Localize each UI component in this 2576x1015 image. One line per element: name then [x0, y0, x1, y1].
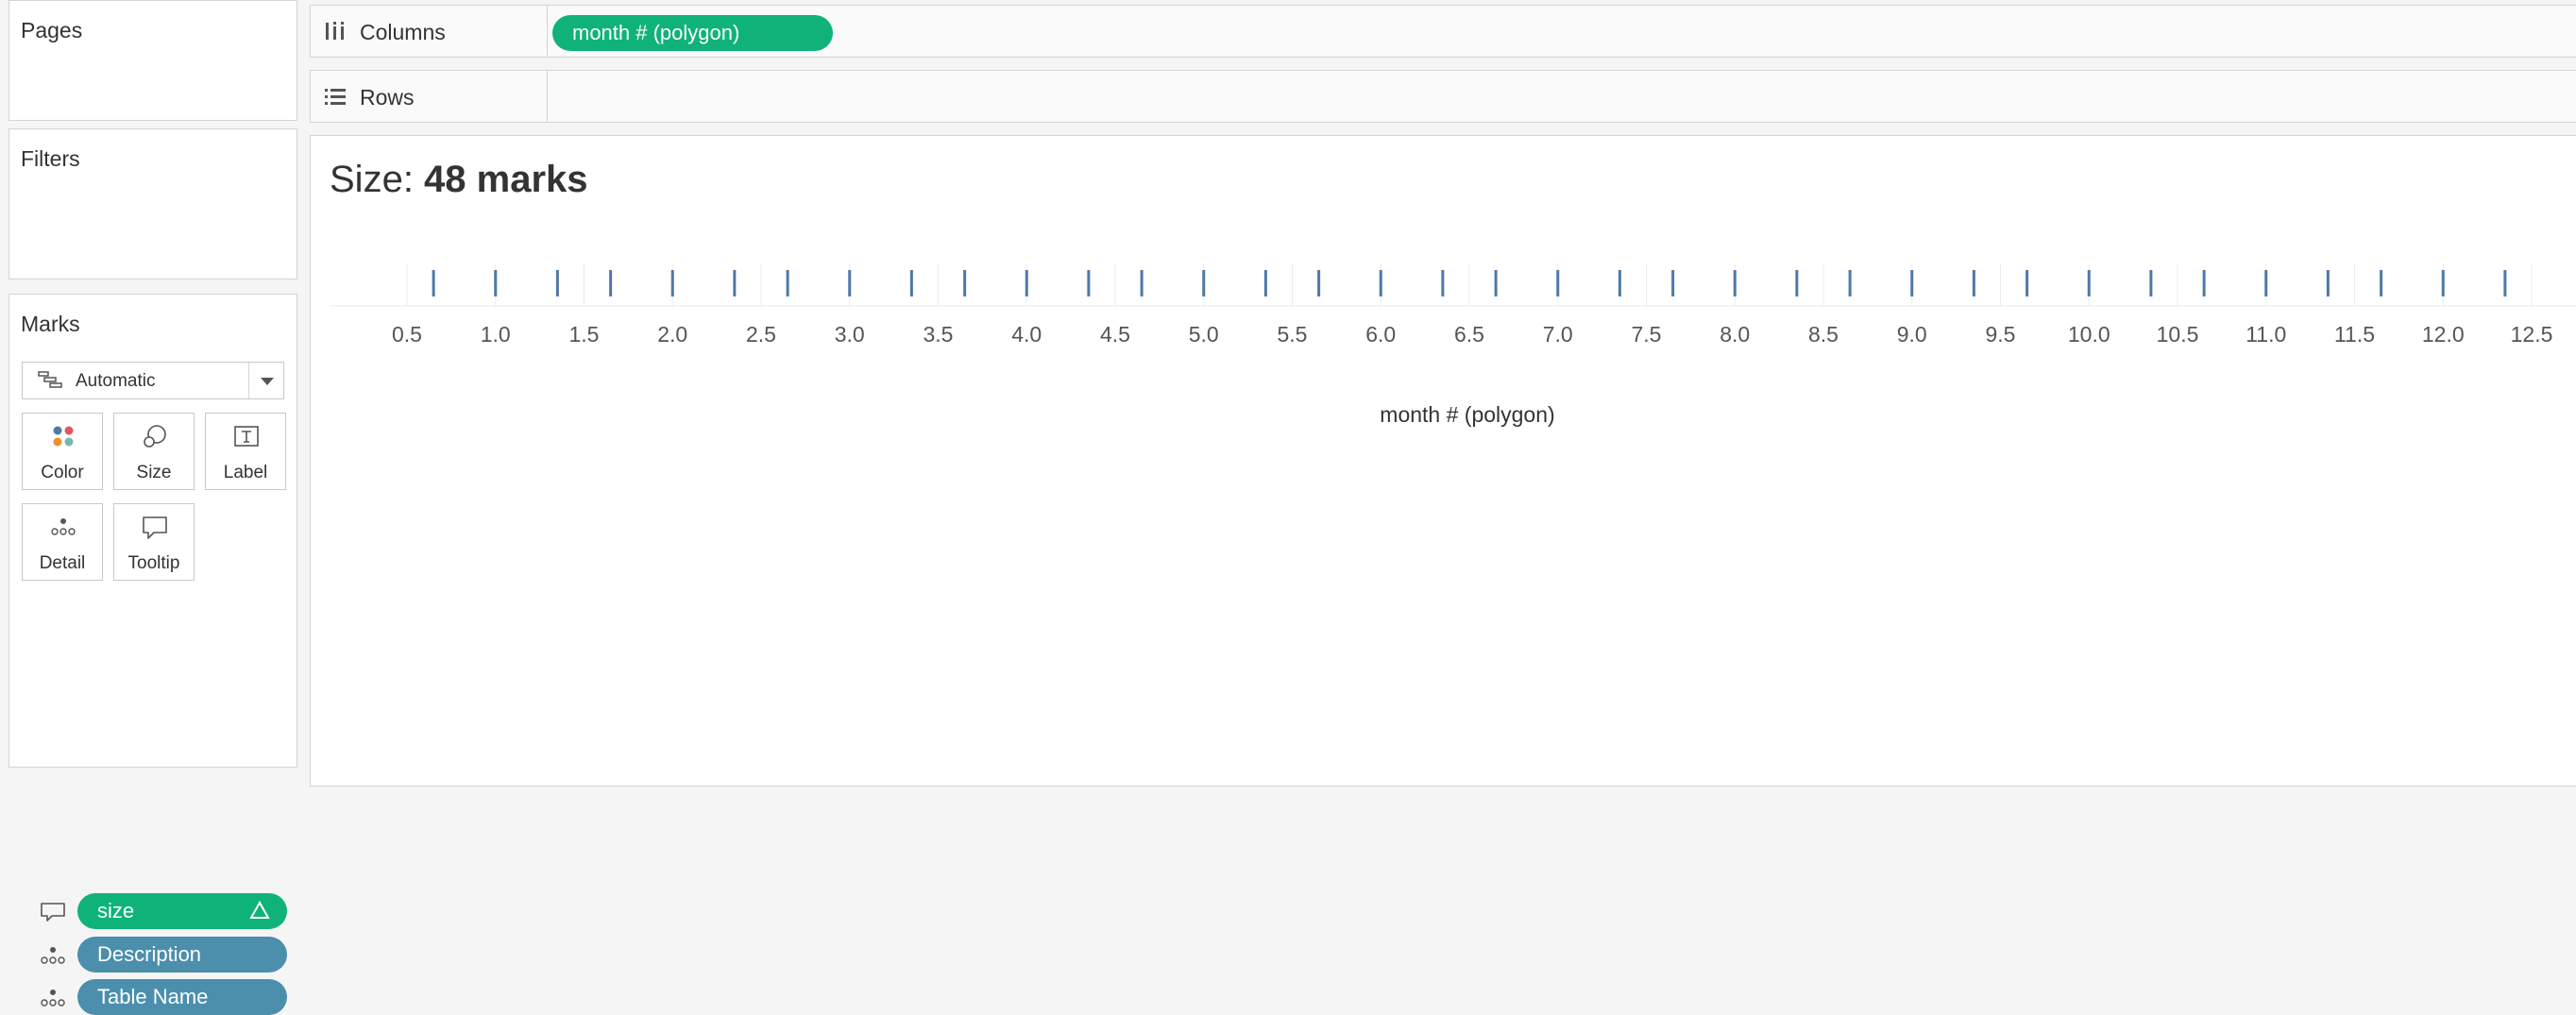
x-axis-label: month # (polygon)	[1380, 402, 1554, 427]
label-button[interactable]: Label	[205, 413, 286, 490]
x-tick-label: 5.0	[1189, 322, 1219, 347]
marks-field-description-row: Description	[28, 937, 293, 973]
description-field-label: Description	[97, 942, 202, 966]
filters-title: Filters	[21, 146, 80, 171]
tooltip-label: Tooltip	[127, 553, 180, 573]
detail-icon[interactable]	[40, 945, 66, 966]
rows-label: Rows	[360, 85, 415, 110]
pages-card[interactable]: Pages	[8, 0, 297, 121]
mark-type-dropdown[interactable]: Automatic	[22, 362, 284, 399]
size-icon	[144, 425, 166, 448]
gridlines	[330, 263, 2576, 307]
description-field-pill[interactable]: Description	[77, 937, 287, 973]
marks-field-size-row: size	[28, 893, 293, 929]
x-tick-label: 6.5	[1454, 322, 1484, 347]
x-tick-label: 9.0	[1897, 322, 1927, 347]
marks-title: Marks	[21, 312, 80, 336]
view-title-prefix: Size:	[330, 159, 425, 200]
columns-label: Columns	[360, 20, 446, 44]
tooltip-button[interactable]: Tooltip	[113, 503, 195, 581]
x-tick-label: 4.5	[1100, 322, 1130, 347]
x-tick-label: 0.5	[392, 322, 422, 347]
table-name-field-pill[interactable]: Table Name	[77, 979, 287, 1015]
x-tick-label: 8.5	[1808, 322, 1839, 347]
shelf-separator	[547, 71, 548, 122]
label-label: Label	[223, 463, 268, 482]
x-tick-label: 2.5	[746, 322, 776, 347]
delta-icon	[249, 901, 270, 919]
x-tick-label: 4.0	[1011, 322, 1042, 347]
x-tick-label: 3.5	[924, 322, 954, 347]
marks-card: Marks Automatic Color Size Label Detail …	[8, 294, 297, 1015]
detail-label: Detail	[39, 553, 86, 573]
color-icon	[53, 426, 74, 447]
pages-title: Pages	[21, 18, 83, 42]
x-tick-label: 1.0	[481, 322, 511, 347]
tooltip-icon[interactable]	[40, 902, 66, 922]
view-area[interactable]: Size: 48 marks 0.5 1.0 1.5 2.0 2.5 3.0 3.5 4.0 4…	[310, 135, 2576, 787]
automatic-mark-icon	[38, 371, 62, 388]
color-button[interactable]: Color	[22, 413, 103, 490]
table-name-field-label: Table Name	[97, 985, 209, 1008]
tick-chart[interactable]: 0.5 1.0 1.5 2.0 2.5 3.0 3.5 4.0 4.5 5.0 5.5 6.0 6.5 7…	[311, 211, 2576, 495]
size-label: Size	[136, 463, 172, 482]
x-tick-label: 6.0	[1365, 322, 1396, 347]
detail-button[interactable]: Detail	[22, 503, 103, 581]
x-tick-label: 9.5	[1986, 322, 2016, 347]
x-tick-label: 10.0	[2068, 322, 2110, 347]
filters-card[interactable]: Filters	[8, 128, 297, 279]
label-icon	[234, 426, 259, 447]
columns-field-pill[interactable]: month # (polygon)	[552, 15, 833, 51]
columns-field-label: month # (polygon)	[572, 21, 740, 44]
view-title-value: 48 marks	[424, 159, 588, 200]
size-field-pill[interactable]: size	[77, 893, 287, 929]
x-tick-label: 7.5	[1632, 322, 1662, 347]
view-title: Size: 48 marks	[330, 159, 588, 201]
tick-labels: 0.5 1.0 1.5 2.0 2.5 3.0 3.5 4.0 4.5 5.0 5.5 6.0 6.5 7…	[392, 322, 2552, 347]
rows-icon	[325, 89, 346, 105]
x-tick-label: 8.0	[1720, 322, 1750, 347]
x-tick-label: 11.0	[2246, 322, 2286, 347]
marks-field-table-name-row: Table Name	[28, 979, 293, 1015]
mark-type-value: Automatic	[76, 371, 156, 391]
tooltip-icon	[143, 516, 167, 539]
x-tick-label: 2.0	[657, 322, 687, 347]
x-tick-label: 1.5	[569, 322, 600, 347]
columns-shelf[interactable]: Columns month # (polygon)	[310, 5, 2576, 58]
size-field-label: size	[97, 899, 135, 922]
x-tick-label: 12.0	[2422, 322, 2465, 347]
x-tick-label: 7.0	[1543, 322, 1573, 347]
columns-icon	[326, 22, 344, 40]
x-tick-label: 10.5	[2157, 322, 2199, 347]
x-tick-label: 11.5	[2334, 322, 2375, 347]
color-label: Color	[41, 463, 84, 482]
x-tick-label: 3.0	[835, 322, 865, 347]
detail-icon[interactable]	[40, 988, 66, 1008]
dropdown-separator	[248, 363, 249, 398]
chevron-down-icon[interactable]	[261, 378, 274, 385]
detail-icon	[51, 518, 76, 535]
x-tick-label: 12.5	[2511, 322, 2553, 347]
x-tick-label: 5.5	[1278, 322, 1308, 347]
shelf-separator	[547, 6, 548, 57]
rows-shelf[interactable]: Rows	[310, 70, 2576, 123]
size-button[interactable]: Size	[113, 413, 195, 490]
